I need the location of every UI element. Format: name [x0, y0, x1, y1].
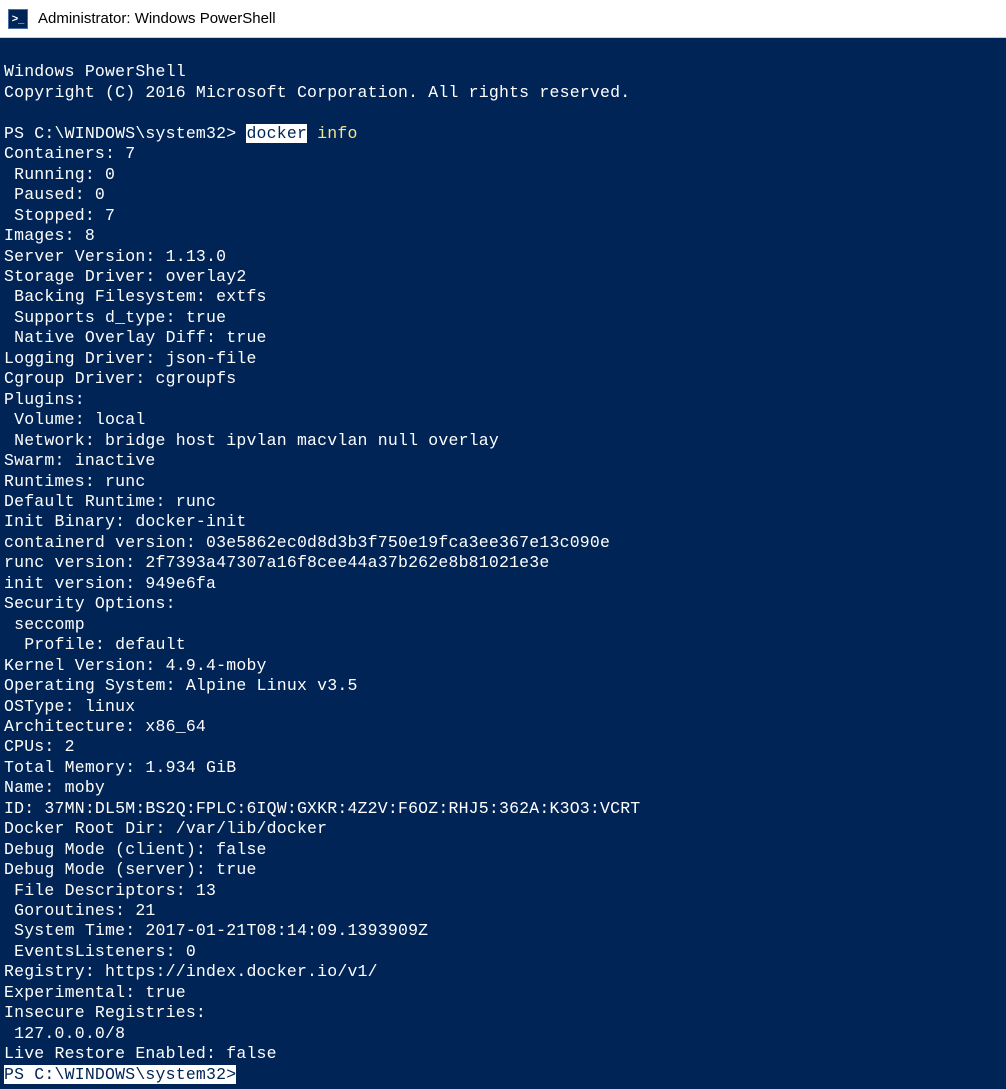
output-line: Insecure Registries:	[4, 1003, 206, 1022]
output-line: Containers: 7	[4, 144, 135, 163]
output-line: Operating System: Alpine Linux v3.5	[4, 676, 358, 695]
output-line: Total Memory: 1.934 GiB	[4, 758, 236, 777]
output-line: Volume: local	[4, 410, 145, 429]
command-docker: docker	[246, 124, 307, 143]
output-line: Registry: https://index.docker.io/v1/	[4, 962, 378, 981]
output-line: Plugins:	[4, 390, 85, 409]
output-line: seccomp	[4, 615, 85, 634]
output-line: runc version: 2f7393a47307a16f8cee44a37b…	[4, 553, 550, 572]
output-line: Security Options:	[4, 594, 176, 613]
output-line: Logging Driver: json-file	[4, 349, 257, 368]
output-line: Docker Root Dir: /var/lib/docker	[4, 819, 327, 838]
output-line: Experimental: true	[4, 983, 186, 1002]
output-line: Running: 0	[4, 165, 115, 184]
output-line: Server Version: 1.13.0	[4, 247, 226, 266]
output-line: System Time: 2017-01-21T08:14:09.1393909…	[4, 921, 428, 940]
output-line: Swarm: inactive	[4, 451, 156, 470]
powershell-icon: >_	[8, 9, 28, 29]
terminal-copyright-line: Copyright (C) 2016 Microsoft Corporation…	[4, 83, 630, 102]
output-line: Kernel Version: 4.9.4-moby	[4, 656, 267, 675]
output-line: Supports d_type: true	[4, 308, 226, 327]
output-line: Profile: default	[4, 635, 186, 654]
output-line: Init Binary: docker-init	[4, 512, 246, 531]
output-line: init version: 949e6fa	[4, 574, 216, 593]
output-line: Cgroup Driver: cgroupfs	[4, 369, 236, 388]
output-line: Goroutines: 21	[4, 901, 156, 920]
output-line: OSType: linux	[4, 697, 135, 716]
window-title: Administrator: Windows PowerShell	[38, 10, 276, 27]
output-line: Paused: 0	[4, 185, 105, 204]
terminal-header-line: Windows PowerShell	[4, 62, 186, 81]
prompt-prefix: PS C:\WINDOWS\system32>	[4, 124, 246, 143]
output-line: Debug Mode (server): true	[4, 860, 257, 879]
output-line: Debug Mode (client): false	[4, 840, 267, 859]
powershell-icon-glyph: >_	[12, 13, 25, 25]
output-line: CPUs: 2	[4, 737, 75, 756]
output-line: ID: 37MN:DL5M:BS2Q:FPLC:6IQW:GXKR:4Z2V:F…	[4, 799, 640, 818]
command-args: info	[307, 124, 358, 143]
output-line: Backing Filesystem: extfs	[4, 287, 267, 306]
output-line: Stopped: 7	[4, 206, 115, 225]
output-line: Name: moby	[4, 778, 105, 797]
output-line: Runtimes: runc	[4, 472, 145, 491]
prompt-ready: PS C:\WINDOWS\system32>	[4, 1065, 236, 1084]
output-line: containerd version: 03e5862ec0d8d3b3f750…	[4, 533, 610, 552]
terminal-content[interactable]: Windows PowerShell Copyright (C) 2016 Mi…	[0, 38, 1006, 1089]
output-line: Network: bridge host ipvlan macvlan null…	[4, 431, 499, 450]
output-line: Default Runtime: runc	[4, 492, 216, 511]
output-line: Images: 8	[4, 226, 95, 245]
output-line: Native Overlay Diff: true	[4, 328, 267, 347]
output-line: File Descriptors: 13	[4, 881, 216, 900]
output-line: 127.0.0.0/8	[4, 1024, 125, 1043]
output-line: Storage Driver: overlay2	[4, 267, 246, 286]
output-line: Live Restore Enabled: false	[4, 1044, 277, 1063]
window-titlebar[interactable]: >_ Administrator: Windows PowerShell	[0, 0, 1006, 38]
output-line: Architecture: x86_64	[4, 717, 206, 736]
output-line: EventsListeners: 0	[4, 942, 196, 961]
